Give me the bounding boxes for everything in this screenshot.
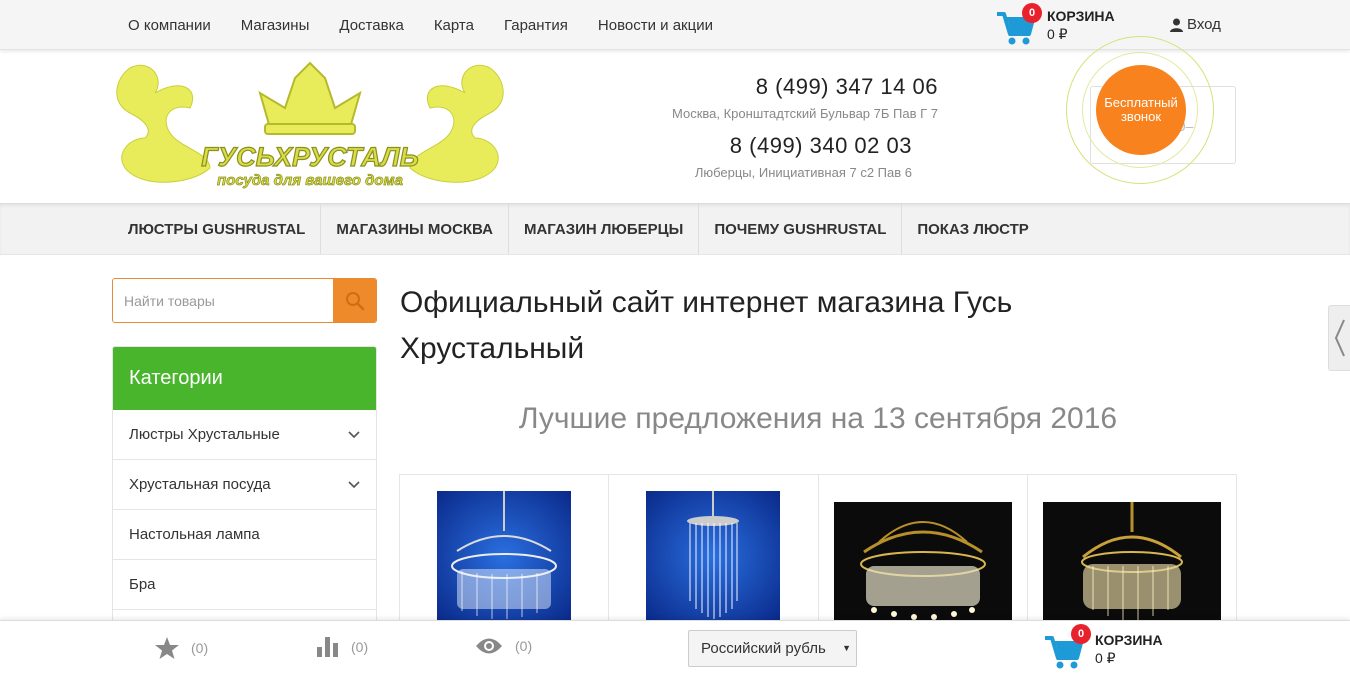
- cart-sum: 0 ₽: [1047, 26, 1068, 42]
- category-label: Люстры Хрустальные: [129, 426, 280, 443]
- chevron-left-icon: [1334, 319, 1345, 357]
- chevron-down-icon[interactable]: [348, 430, 360, 439]
- mainnav-stores-moscow[interactable]: Магазины Москва: [321, 204, 509, 254]
- login-link[interactable]: Вход: [1170, 16, 1221, 33]
- bottom-bar: (0) (0) (0) Российский рубль ▼ 0 КОРЗИНА…: [0, 620, 1350, 674]
- viewed-link[interactable]: (0): [475, 637, 532, 655]
- cart-label: КОРЗИНА: [1047, 8, 1115, 24]
- phone-block-moscow: 8 (499) 347 14 06 Москва, Кронштадтский …: [620, 74, 938, 121]
- phone-number-lyubertsy[interactable]: 8 (499) 340 02 03: [620, 133, 912, 159]
- mainnav-why-gushrustal[interactable]: Почему GUSHRUSTAL: [699, 204, 903, 254]
- chevron-down-icon[interactable]: [348, 480, 360, 489]
- product-image[interactable]: [833, 502, 1012, 622]
- cart-count-badge: 0: [1022, 3, 1042, 23]
- site-logo[interactable]: ГУСЬХРУСТАЛЬ посуда для вашего дома: [110, 58, 510, 194]
- logo-tagline: посуда для вашего дома: [217, 172, 403, 189]
- currency-select[interactable]: Российский рубль ▼: [688, 630, 857, 667]
- category-item[interactable]: Хрустальная посуда: [113, 460, 376, 510]
- main-nav: Люстры GUSHRUSTAL Магазины Москва Магази…: [0, 203, 1350, 255]
- top-nav: О компании Магазины Доставка Карта Гаран…: [113, 0, 728, 50]
- currency-value: Российский рубль: [701, 640, 826, 657]
- category-item[interactable]: Люстры Хрустальные: [113, 410, 376, 460]
- address-lyubertsy: Люберцы, Инициативная 7 с2 Пав 6: [694, 165, 912, 180]
- viewed-count: (0): [515, 638, 533, 654]
- offers-title: Лучшие предложения на 13 сентября 2016: [518, 402, 1118, 435]
- page-title: Официальный сайт интернет магазина Гусь …: [400, 286, 1013, 365]
- search-button[interactable]: [333, 279, 376, 322]
- mainnav-chandeliers[interactable]: Люстры GUSHRUSTAL: [113, 204, 322, 254]
- categories-title: Категории: [113, 347, 376, 410]
- dropdown-arrow-icon: ▼: [842, 643, 851, 653]
- address-moscow: Москва, Кронштадтский Бульвар 7Б Пав Г 7: [672, 106, 938, 121]
- login-label: Вход: [1187, 16, 1221, 33]
- topnav-link-map[interactable]: Карта: [419, 17, 489, 34]
- phone-block-lyubertsy: 8 (499) 340 02 03 Люберцы, Инициативная …: [620, 133, 912, 180]
- topnav-link-stores[interactable]: Магазины: [226, 17, 325, 34]
- product-image[interactable]: [437, 491, 571, 621]
- phone-number-moscow[interactable]: 8 (499) 347 14 06: [620, 74, 938, 100]
- topnav-link-delivery[interactable]: Доставка: [324, 17, 418, 34]
- compare-count: (0): [351, 639, 369, 655]
- compare-link[interactable]: (0): [317, 637, 368, 657]
- logo-image: ГУСЬХРУСТАЛЬ посуда для вашего дома: [116, 61, 504, 189]
- side-panel-toggle[interactable]: [1328, 305, 1350, 371]
- free-call-button[interactable]: Бесплатный звонок: [1096, 65, 1186, 155]
- topnav-link-news[interactable]: Новости и акции: [583, 17, 728, 34]
- search-input[interactable]: [113, 279, 333, 322]
- user-icon: [1170, 18, 1183, 32]
- bottom-cart[interactable]: 0 КОРЗИНА 0 ₽: [1043, 624, 1203, 672]
- favorites-count: (0): [191, 640, 209, 656]
- bar-chart-icon: [317, 637, 338, 657]
- topnav-link-about[interactable]: О компании: [113, 17, 226, 34]
- category-item[interactable]: Настольная лампа: [113, 510, 376, 560]
- cart-label: КОРЗИНА: [1095, 632, 1163, 648]
- categories-panel: Категории Люстры Хрустальные Хрустальная…: [112, 346, 377, 636]
- category-label: Хрустальная посуда: [129, 476, 271, 493]
- search-icon: [346, 291, 365, 310]
- search-box: [112, 278, 377, 323]
- star-icon: [155, 637, 179, 659]
- cart-sum: 0 ₽: [1095, 650, 1116, 666]
- category-label: Бра: [129, 576, 156, 593]
- favorites-link[interactable]: (0): [155, 637, 208, 659]
- mainnav-chandelier-show[interactable]: Показ люстр: [902, 204, 1043, 254]
- logo-title: ГУСЬХРУСТАЛЬ: [201, 142, 419, 172]
- category-label: Настольная лампа: [129, 526, 260, 543]
- product-image[interactable]: [646, 491, 781, 621]
- eye-icon: [476, 638, 502, 654]
- cart-count-badge: 0: [1071, 624, 1091, 644]
- mainnav-store-lyubertsy[interactable]: Магазин Люберцы: [509, 204, 700, 254]
- product-image[interactable]: [1042, 502, 1221, 622]
- category-item[interactable]: Бра: [113, 560, 376, 610]
- topnav-link-warranty[interactable]: Гарантия: [489, 17, 583, 34]
